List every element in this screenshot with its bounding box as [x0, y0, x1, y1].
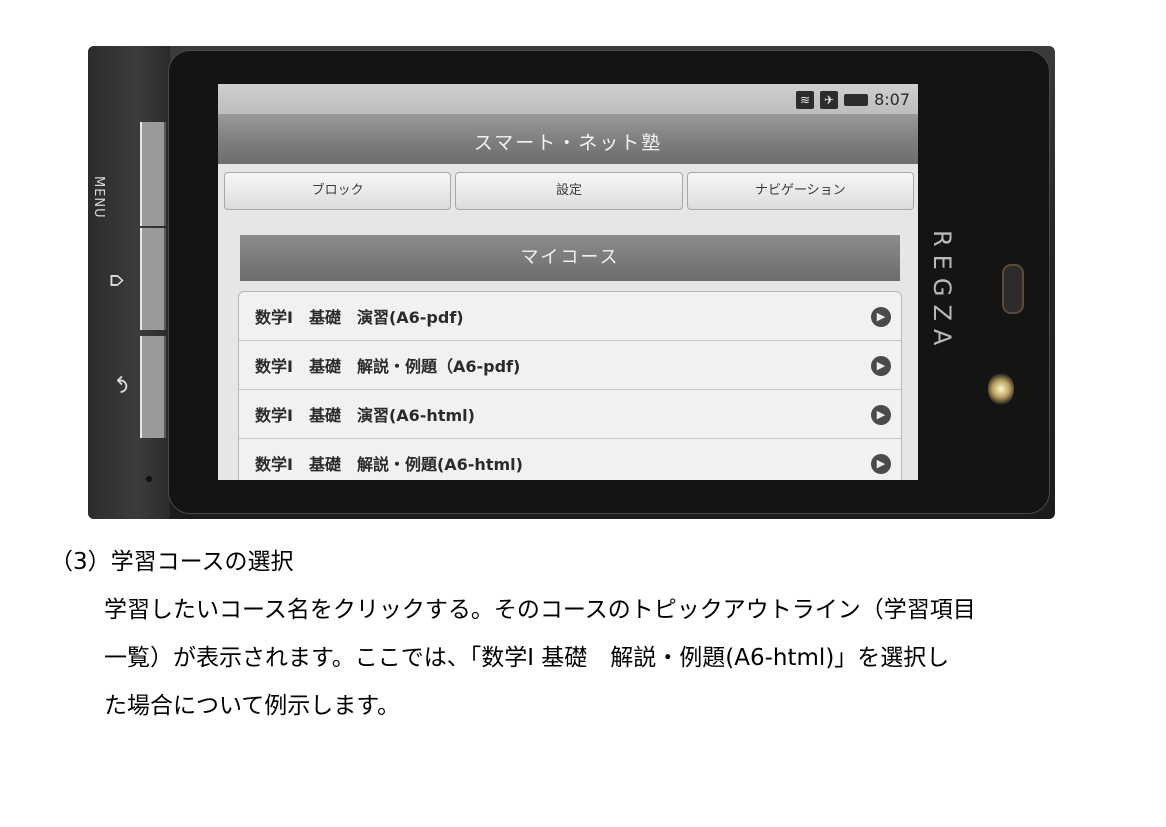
caption-line: 一覧）が表示されます。ここでは、「数学Ⅰ 基礎 解説・例題(A6-html)」を…	[104, 645, 950, 671]
course-label: 数学Ⅰ 基礎 解説・例題（A6-pdf)	[255, 357, 521, 376]
tab-navigation[interactable]: ナビゲーション	[686, 172, 914, 210]
course-item[interactable]: 数学Ⅰ 基礎 演習(A6-html) ▶	[239, 390, 901, 439]
chevron-right-icon: ▶	[871, 307, 891, 327]
home-key[interactable]	[140, 228, 166, 330]
caption-heading: （3）学習コースの選択	[50, 549, 294, 575]
course-label: 数学Ⅰ 基礎 演習(A6-pdf)	[255, 308, 464, 327]
tab-settings[interactable]: 設定	[455, 172, 683, 210]
phone-screen: ≋ ✈ 8:07 スマート・ネット塾 ブロック 設定 ナビゲーション マイコース…	[218, 84, 918, 480]
course-list: 数学Ⅰ 基礎 演習(A6-pdf) ▶ 数学Ⅰ 基礎 解説・例題（A6-pdf)…	[238, 291, 902, 480]
brand-logo: REGZA	[928, 230, 956, 354]
chevron-right-icon: ▶	[871, 405, 891, 425]
my-courses-header: マイコース	[240, 235, 900, 281]
caption-body: 学習したいコース名をクリックする。そのコースのトピックアウトライン（学習項目 一…	[104, 586, 1144, 730]
menu-key[interactable]	[140, 122, 166, 226]
chevron-right-icon: ▶	[871, 356, 891, 376]
tab-block[interactable]: ブロック	[224, 172, 452, 210]
course-label: 数学Ⅰ 基礎 演習(A6-html)	[255, 406, 475, 425]
phone-side-panel: MENU ⌂ ↶	[88, 46, 170, 519]
chevron-right-icon: ▶	[871, 454, 891, 474]
speaker-slot	[1002, 264, 1024, 314]
caption-line: た場合について例示します。	[104, 693, 401, 719]
status-bar: ≋ ✈ 8:07	[218, 84, 918, 114]
course-item[interactable]: 数学Ⅰ 基礎 解説・例題(A6-html) ▶	[239, 439, 901, 480]
back-key[interactable]	[140, 336, 166, 438]
course-label: 数学Ⅰ 基礎 解説・例題(A6-html)	[255, 455, 523, 474]
course-item[interactable]: 数学Ⅰ 基礎 解説・例題（A6-pdf) ▶	[239, 341, 901, 390]
course-item[interactable]: 数学Ⅰ 基礎 演習(A6-pdf) ▶	[239, 292, 901, 341]
indicator-led	[146, 476, 152, 482]
caption-line: 学習したいコース名をクリックする。そのコースのトピックアウトライン（学習項目	[104, 597, 976, 623]
wifi-icon: ≋	[796, 90, 815, 109]
battery-icon	[844, 93, 869, 106]
menu-key-label: MENU	[91, 176, 106, 219]
camera-glare	[988, 372, 1014, 406]
airplane-icon: ✈	[820, 90, 839, 109]
back-icon: ↶	[106, 375, 132, 394]
home-icon: ⌂	[104, 273, 130, 288]
app-title: スマート・ネット塾	[473, 132, 663, 154]
tab-bar: ブロック 設定 ナビゲーション	[224, 172, 914, 210]
status-clock: 8:07	[874, 90, 910, 109]
app-titlebar: スマート・ネット塾	[218, 114, 918, 164]
